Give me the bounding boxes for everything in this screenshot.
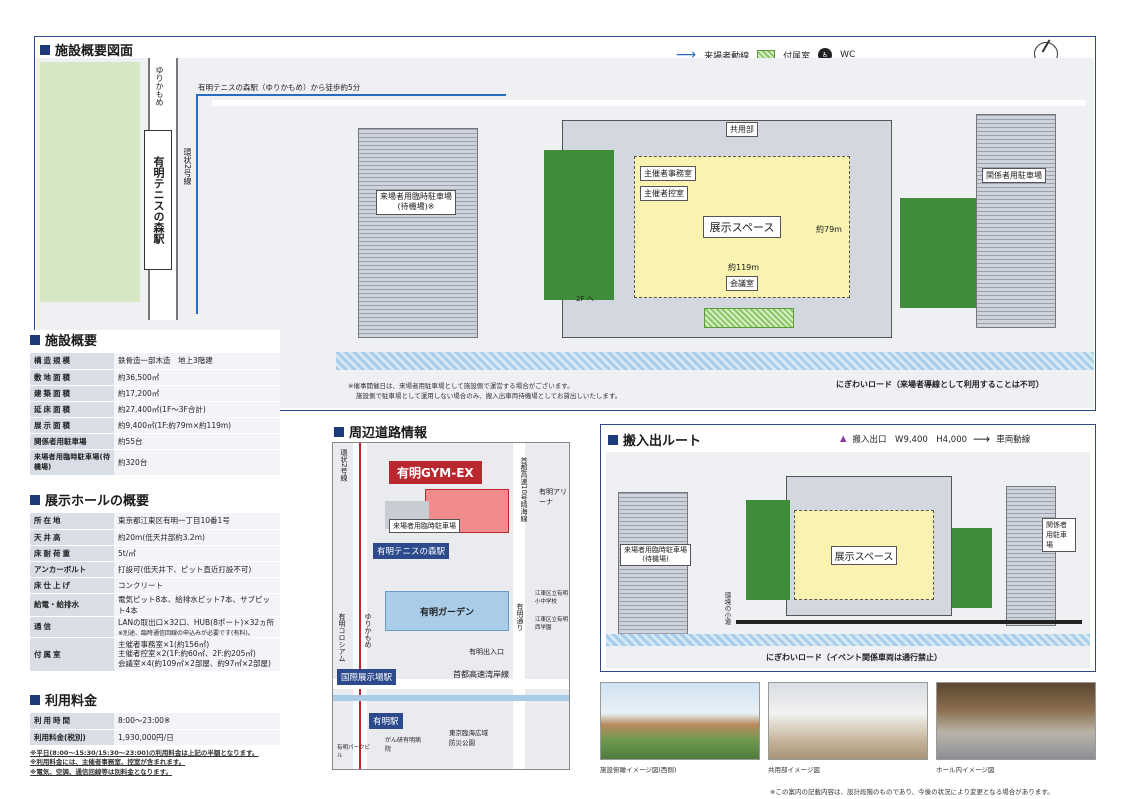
photo-hall: [936, 682, 1096, 760]
photo-common: [768, 682, 928, 760]
nigiwai-road-label: にぎわいロード（来場者導線として利用することは不可）: [836, 380, 1044, 389]
station-box: 有明テニスの森駅: [144, 130, 172, 270]
table-row: 延床面積 約27,400㎡(1F〜3F合計): [30, 401, 280, 418]
garden-block: 有明ガーデン: [385, 591, 509, 631]
vehicle-arrow-icon: ⟶: [973, 432, 991, 446]
exhibit-space-label: 展示スペース: [702, 216, 782, 238]
footnote-1: ※催事開催日は、来場者用駐車場として施設側で運営する場合がございます。: [348, 382, 574, 390]
roads-cancer-label: がん研有明病院: [385, 737, 422, 753]
stairs-label: 2F へ: [576, 295, 594, 303]
common-area-label: 共用部: [726, 122, 758, 137]
roads-colosseum-label: 有明コロシアム: [338, 613, 346, 662]
table-row: 来場者用臨時駐車場(待機場) 約320台: [30, 449, 280, 476]
table-row: 構造規模 鉄骨造一部木造 地上3階建: [30, 353, 280, 370]
roads-map: 有明GYM-EX 来場者用臨時駐車場 環状2号線 首都高速10号晴海線 有明アリ…: [332, 442, 570, 770]
organizer-office-label: 主催者事務室: [640, 166, 696, 181]
table-row: 床耐荷重 5t/㎡: [30, 545, 280, 562]
width-label: 約119m: [728, 263, 760, 272]
table-row: 関係者用駐車場 約55台: [30, 433, 280, 450]
overview-title: 施設概要: [30, 330, 280, 349]
loading-parking-lot: [618, 492, 688, 642]
loading-staff-parking-lot: [1006, 486, 1056, 626]
photo-hall-caption: ホール内イメージ図: [936, 766, 995, 774]
loading-legend: ▲ 搬入出口 W9,400 H4,000 ⟶ 車両動線: [840, 432, 1031, 446]
roads-entrance-label: 有明出入口: [469, 648, 504, 656]
roads-ring2-label: 環状2号線: [340, 449, 348, 482]
loading-exhibit-space: 展示スペース: [794, 510, 934, 600]
roads-wangan-ward-label: 有明パークビル: [337, 745, 371, 759]
table-row: 付属室 主催者事務室×1(約156㎡) 主催者控室×2(1F:約60㎡、2F:約20…: [30, 637, 280, 672]
roads-school2-label: 江東区立有明西学園: [535, 617, 569, 631]
roads-ariake-dori-label: 有明通り: [516, 603, 524, 631]
roads-school1-label: 江東区立有明小中学校: [535, 591, 569, 605]
photo-common-caption: 共用部イメージ図: [768, 766, 820, 774]
visitor-parking-label: 来場者用臨時駐車場 (待機場)※: [376, 190, 456, 215]
table-row: 利用時間 8:00〜23:00※: [30, 713, 280, 730]
gate-triangle-icon: ▲: [840, 434, 847, 444]
fees-section: 利用料金 利用時間 8:00〜23:00※ 利用料金(税別) 1,930,000円/…: [30, 690, 320, 778]
staff-parking-label: 関係者用駐車場: [982, 168, 1046, 183]
station-label: 有明テニスの森駅: [152, 156, 165, 244]
organizer-waiting-label: 主催者控室: [640, 186, 688, 201]
roads-parking-label: 来場者用臨時駐車場: [389, 519, 460, 533]
fee-note-1: ※平日(8:00〜15:30/15:30〜23:00)の利用料金は上記の半額とな…: [30, 748, 259, 757]
staff-parking-lot: [976, 114, 1056, 328]
table-row: アンカーボルト 打設可(低天井下、ピット直近打設不可): [30, 561, 280, 578]
table-row: 給電・給排水 電気ピット8本、給排水ピット7本、サブピット4本: [30, 593, 280, 617]
loading-map: 来場者用臨時駐車場 (待機場) 展示スペース 関係者用駐車場 環境の小道 にぎわい…: [606, 452, 1090, 668]
overview-section: 施設概要 構造規模 鉄骨造一部木造 地上3階建 敷地面積 約36,500㎡ 建築面積…: [30, 330, 280, 476]
photo-exterior-caption: 施設俯瞰イメージ図(西側): [600, 766, 677, 774]
roads-station3-label: 有明駅: [369, 713, 403, 729]
meeting-room-label: 会議室: [726, 276, 758, 291]
visitor-parking-lot: [358, 128, 478, 338]
hall-section: 展示ホールの概要 所在地 東京都江東区有明一丁目10番1号 天井高 約20m(低天井…: [30, 490, 280, 672]
loading-parking-label: 来場者用臨時駐車場 (待機場): [620, 544, 691, 567]
table-row: 建築面積 約17,200㎡: [30, 385, 280, 402]
loading-side-road-label: 環境の小道: [723, 592, 731, 625]
table-row: 通信 LANの取出口×32口、HUB(8ポート)×32ヵ所 ※別途、臨時通信回線の申…: [30, 616, 280, 638]
table-row: 敷地面積 約36,500㎡: [30, 369, 280, 386]
photo-exterior: [600, 682, 760, 760]
loading-exhibit-label: 展示スペース: [830, 545, 898, 565]
table-row: 展示面積 約9,400㎡(1F:約79m×約119m): [30, 417, 280, 434]
fee-note-3: ※電気、空調、通信回線等は別料金となります。: [30, 768, 172, 776]
table-row: 天井高 約20m(低天井部約3.2m): [30, 529, 280, 546]
table-row: 床仕上げ コンクリート: [30, 577, 280, 594]
roads-park-label: 東京臨海広域防災公園: [449, 729, 488, 747]
annex-rooms: [704, 308, 794, 328]
table-row: 所在地 東京都江東区有明一丁目10番1号: [30, 513, 280, 530]
gym-label: 有明GYM-EX: [389, 461, 482, 484]
roads-garden-label: 有明ガーデン: [419, 607, 474, 618]
loading-title: 搬入出ルート: [608, 430, 701, 449]
yurikamome-label: ゆりかもめ: [155, 66, 164, 106]
footnote-2: 施設側で駐車場として運用しない場合のみ、搬入出車両待機場としてお貸出しいたします…: [356, 392, 622, 400]
loading-road-label: にぎわいロード（イベント関係車両は通行禁止）: [766, 653, 942, 662]
fees-title: 利用料金: [30, 690, 320, 709]
walk-route-text: 有明テニスの森駅（ゆりかもめ）から徒歩約5分: [198, 83, 361, 92]
roads-arena-label: 有明アリーナ: [539, 488, 567, 506]
table-row: 利用料金(税別) 1,930,000円/日: [30, 729, 280, 746]
roads-wangan-label: 首都高速湾岸線: [453, 670, 509, 679]
depth-label: 約79m: [816, 225, 842, 234]
facility-map-title: 施設概要図面: [40, 40, 133, 59]
loading-staff-parking-label: 関係者用駐車場: [1042, 518, 1076, 552]
roads-station2-label: 国際展示場駅: [337, 669, 397, 685]
hall-title: 展示ホールの概要: [30, 490, 280, 509]
roads-title: 周辺道路情報: [334, 422, 427, 441]
roads-station1-label: 有明テニスの森駅: [373, 543, 450, 559]
footer-note: ※この案内の記載内容は、設計段階のものであり、今後の状況により変更となる場合があ…: [770, 788, 1054, 796]
ring-road-label: 環状2号線: [183, 148, 192, 186]
roads-expressway-label: 首都高速10号晴海線: [520, 457, 528, 522]
roads-yurikamome-label: ゆりかもめ: [364, 613, 372, 648]
fee-note-2: ※利用料金には、主催者事務室、控室が含まれます。: [30, 758, 186, 767]
